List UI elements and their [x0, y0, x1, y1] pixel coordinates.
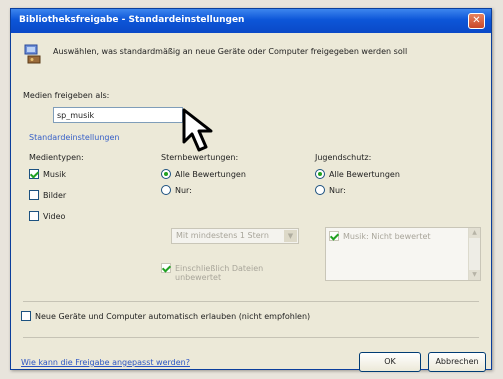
parental-list-label: Musik: Nicht bewertet — [343, 231, 431, 241]
parental-only-label: Nur: — [329, 185, 346, 195]
sharing-dialog: Bibliotheksfreigabe - Standardeinstellun… — [10, 8, 492, 372]
parental-list-checkbox[interactable] — [329, 231, 339, 241]
window-title: Bibliotheksfreigabe - Standardeinstellun… — [19, 15, 245, 25]
auto-allow-option[interactable]: Neue Geräte und Computer automatisch erl… — [21, 311, 310, 321]
mouse-cursor-icon — [182, 108, 213, 152]
share-as-label: Medien freigeben als: — [23, 91, 110, 100]
help-link[interactable]: Wie kann die Freigabe angepasst werden? — [21, 358, 190, 367]
parental-title: Jugendschutz: — [315, 153, 372, 162]
defaults-section-title: Standardeinstellungen — [29, 133, 120, 142]
star-all-label: Alle Bewertungen — [175, 169, 246, 179]
parental-all-radio[interactable] — [315, 169, 325, 179]
divider — [23, 301, 479, 302]
star-only-radio[interactable] — [161, 185, 171, 195]
star-ratings-title: Sternbewertungen: — [161, 153, 239, 162]
star-rating-combo-value: Mit mindestens 1 Stern — [176, 231, 269, 240]
include-unrated-option[interactable]: Einschließlich Dateien — [161, 263, 263, 273]
ok-button[interactable]: OK — [359, 352, 421, 372]
music-checkbox[interactable] — [29, 169, 39, 179]
scroll-up-icon[interactable]: ▲ — [469, 228, 480, 238]
media-type-music[interactable]: Musik — [29, 169, 66, 179]
video-checkbox[interactable] — [29, 211, 39, 221]
pictures-checkbox[interactable] — [29, 190, 39, 200]
scroll-down-icon[interactable]: ▼ — [469, 270, 480, 280]
include-unrated-label: Einschließlich Dateien — [175, 263, 264, 273]
star-rating-combo[interactable]: Mit mindestens 1 Stern ▼ — [171, 228, 299, 244]
list-item[interactable]: Musik: Nicht bewertet — [329, 231, 431, 241]
auto-allow-checkbox[interactable] — [21, 311, 31, 321]
close-button[interactable]: ✕ — [468, 13, 485, 29]
star-only-label: Nur: — [175, 185, 192, 195]
media-type-pictures[interactable]: Bilder — [29, 190, 66, 200]
star-all-option[interactable]: Alle Bewertungen — [161, 169, 246, 179]
media-type-video[interactable]: Video — [29, 211, 65, 221]
parental-all-option[interactable]: Alle Bewertungen — [315, 169, 400, 179]
listbox-scrollbar[interactable]: ▲ ▼ — [468, 228, 480, 280]
auto-allow-label: Neue Geräte und Computer automatisch erl… — [35, 311, 311, 321]
star-all-radio[interactable] — [161, 169, 171, 179]
chevron-down-icon[interactable]: ▼ — [284, 230, 297, 242]
parental-only-radio[interactable] — [315, 185, 325, 195]
parental-all-label: Alle Bewertungen — [329, 169, 400, 179]
share-name-input[interactable] — [53, 107, 183, 123]
include-unrated-checkbox[interactable] — [161, 263, 171, 273]
music-label: Musik — [43, 169, 66, 179]
star-only-option[interactable]: Nur: — [161, 185, 192, 195]
pictures-label: Bilder — [43, 190, 67, 200]
parental-listbox[interactable]: Musik: Nicht bewertet ▲ ▼ — [325, 227, 481, 281]
media-types-title: Medientypen: — [29, 153, 84, 162]
divider — [23, 337, 479, 338]
intro-text: Auswählen, was standardmäßig an neue Ger… — [53, 47, 408, 56]
parental-only-option[interactable]: Nur: — [315, 185, 346, 195]
video-label: Video — [43, 211, 66, 221]
media-share-icon — [24, 44, 41, 64]
cancel-button[interactable]: Abbrechen — [428, 352, 486, 372]
title-bar[interactable]: Bibliotheksfreigabe - Standardeinstellun… — [11, 9, 491, 33]
include-unrated-label-2: unbewertet — [175, 273, 222, 282]
